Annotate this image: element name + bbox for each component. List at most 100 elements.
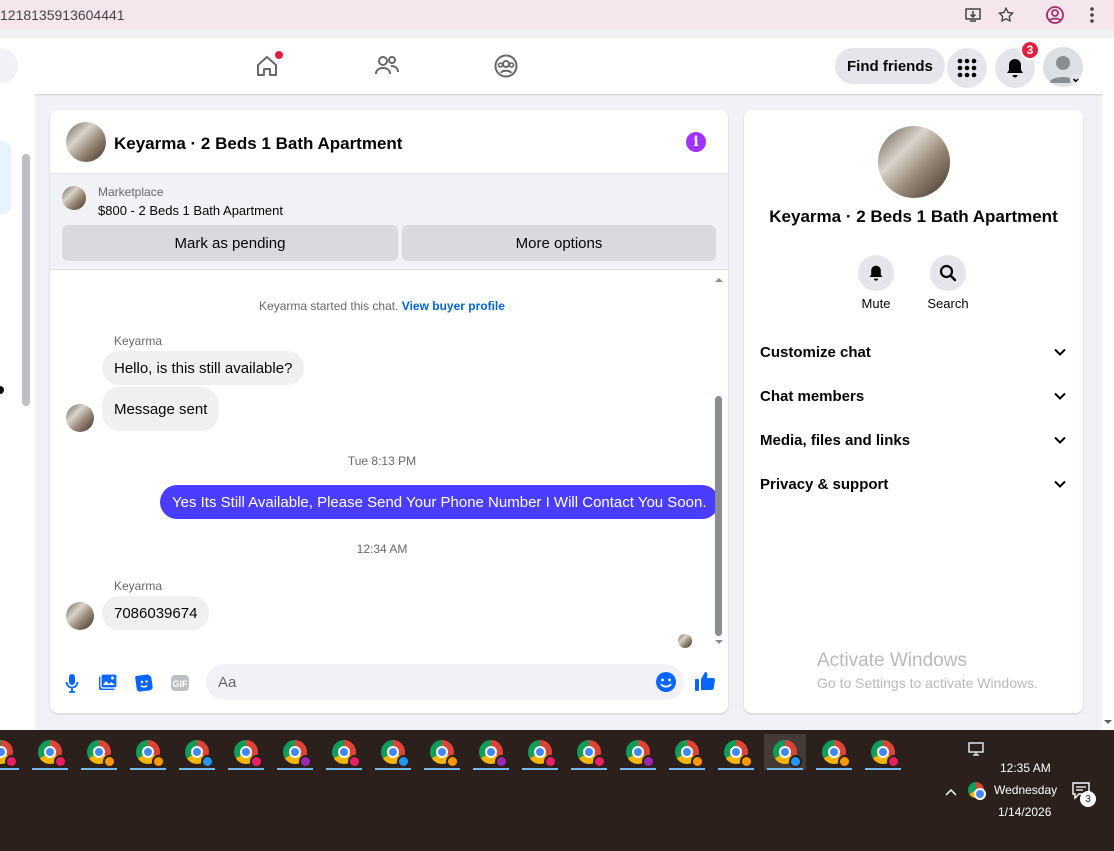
view-buyer-profile-link[interactable]: View buyer profile: [402, 299, 505, 313]
search-button[interactable]: [930, 255, 966, 291]
thumbs-up-icon[interactable]: [694, 670, 716, 692]
chat-title[interactable]: Keyarma · 2 Beds 1 Bath Apartment: [114, 134, 402, 154]
clock-day[interactable]: Wednesday: [994, 783, 1057, 797]
mute-label: Mute: [861, 296, 891, 311]
taskbar-chrome-window[interactable]: [666, 734, 708, 770]
action-center-badge: 3: [1080, 791, 1096, 807]
sidebar-scrollbar[interactable]: [22, 154, 30, 406]
clock-time[interactable]: 12:35 AM: [1000, 761, 1051, 775]
taskbar-chrome-window[interactable]: [715, 734, 757, 770]
timestamp: 12:34 AM: [356, 542, 408, 556]
conversation-title[interactable]: Keyarma · 2 Beds 1 Bath Apartment: [744, 207, 1083, 227]
taskbar-chrome-window[interactable]: [617, 734, 659, 770]
taskbar-chrome-window[interactable]: [862, 734, 904, 770]
chat-panel: Keyarma · 2 Beds 1 Bath Apartment i Mark…: [50, 110, 728, 713]
sender-avatar[interactable]: [66, 602, 94, 630]
info-icon[interactable]: i: [686, 132, 706, 152]
more-options-button[interactable]: More options: [402, 225, 716, 261]
menu-grid-button[interactable]: [947, 48, 987, 88]
gif-icon[interactable]: GIF: [169, 672, 191, 694]
message-input[interactable]: [218, 664, 638, 700]
scroll-down-icon[interactable]: [714, 638, 724, 646]
search-bar[interactable]: [0, 48, 18, 84]
taskbar-chrome-window[interactable]: [176, 734, 218, 770]
network-icon[interactable]: [967, 742, 985, 760]
chrome-icon: [577, 740, 606, 768]
chrome-icon: [871, 740, 900, 768]
install-app-icon[interactable]: [963, 5, 983, 25]
message-input-wrapper: [206, 664, 684, 700]
chrome-tray-icon[interactable]: [968, 782, 986, 800]
message-bubble[interactable]: Hello, is this still available?: [102, 351, 305, 385]
chat-scroll-thumb[interactable]: [715, 396, 722, 636]
taskbar-chrome-window[interactable]: [274, 734, 316, 770]
sticker-icon[interactable]: [133, 672, 155, 694]
media-files-links-row[interactable]: Media, files and links: [752, 420, 1075, 460]
page-scrollbar[interactable]: [1102, 94, 1114, 730]
chevron-down-icon: [1054, 436, 1066, 444]
taskbar-chrome-window[interactable]: [519, 734, 561, 770]
chrome-icon: [822, 740, 851, 768]
chrome-icon: [773, 740, 802, 768]
conversation-avatar[interactable]: [878, 126, 950, 198]
taskbar-chrome-window[interactable]: [323, 734, 365, 770]
message-composer: GIF: [50, 658, 728, 713]
taskbar-chrome-window[interactable]: [0, 734, 22, 770]
mark-as-pending-button[interactable]: Mark as pending: [62, 225, 398, 261]
selected-chat-highlight[interactable]: [0, 142, 11, 214]
chat-members-row[interactable]: Chat members: [752, 376, 1075, 416]
taskbar-chrome-window[interactable]: [568, 734, 610, 770]
home-notification-dot: [275, 51, 283, 59]
bookmark-star-icon[interactable]: [996, 5, 1016, 25]
marketplace-label: Marketplace: [98, 185, 164, 199]
find-friends-button[interactable]: Find friends: [835, 48, 945, 84]
message-bubble[interactable]: 7086039674: [102, 596, 210, 630]
chat-scrollbar[interactable]: [714, 276, 724, 646]
microphone-icon[interactable]: [61, 672, 83, 694]
profile-icon[interactable]: [1045, 5, 1065, 25]
chrome-icon: [0, 740, 18, 768]
taskbar-chrome-window[interactable]: [421, 734, 463, 770]
my-message-bubble[interactable]: Yes Its Still Available, Please Send You…: [160, 485, 719, 519]
listing-price-title[interactable]: $800 - 2 Beds 1 Bath Apartment: [98, 203, 283, 218]
chevron-down-icon: [1054, 392, 1066, 400]
taskbar-chrome-window[interactable]: [127, 734, 169, 770]
chrome-icon: [234, 740, 263, 768]
friends-icon[interactable]: [373, 52, 401, 80]
chrome-icon: [332, 740, 361, 768]
listing-thumbnail[interactable]: [62, 186, 86, 210]
emoji-icon[interactable]: [655, 671, 677, 693]
top-nav: Find friends: [0, 38, 1114, 94]
privacy-support-row[interactable]: Privacy & support: [752, 464, 1075, 504]
activate-windows-subtitle: Go to Settings to activate Windows.: [817, 675, 1038, 691]
url-text[interactable]: 1218135913604441: [0, 7, 125, 23]
mute-button[interactable]: [858, 255, 894, 291]
page-scroll-down-icon[interactable]: [1102, 718, 1114, 726]
windows-taskbar: 12:35 AM Wednesday 1/14/2026 3: [0, 730, 1114, 851]
taskbar-chrome-window[interactable]: [78, 734, 120, 770]
chrome-icon: [528, 740, 557, 768]
customize-chat-row[interactable]: Customize chat: [752, 332, 1075, 372]
clock-date[interactable]: 1/14/2026: [998, 805, 1051, 819]
groups-icon[interactable]: [492, 52, 520, 80]
seen-receipt-avatar: [678, 634, 692, 648]
account-avatar[interactable]: [1043, 47, 1083, 87]
taskbar-chrome-window[interactable]: [813, 734, 855, 770]
sender-avatar[interactable]: [66, 404, 94, 432]
scroll-up-icon[interactable]: [714, 276, 724, 284]
show-hidden-icons-chevron-up-icon[interactable]: [944, 784, 958, 801]
listing-avatar[interactable]: [66, 122, 106, 162]
taskbar-chrome-window[interactable]: [29, 734, 71, 770]
chrome-icon: [283, 740, 312, 768]
chrome-icon: [38, 740, 67, 768]
message-bubble[interactable]: Message sent: [102, 387, 220, 431]
taskbar-chrome-window[interactable]: [225, 734, 267, 770]
taskbar-chrome-window[interactable]: [764, 734, 806, 770]
taskbar-chrome-window[interactable]: [372, 734, 414, 770]
chrome-icon: [675, 740, 704, 768]
taskbar-chrome-window[interactable]: [470, 734, 512, 770]
chat-header: Keyarma · 2 Beds 1 Bath Apartment i: [50, 110, 728, 174]
photo-icon[interactable]: [97, 672, 119, 694]
browser-menu-icon[interactable]: [1082, 5, 1102, 25]
activate-windows-title: Activate Windows: [817, 650, 967, 671]
